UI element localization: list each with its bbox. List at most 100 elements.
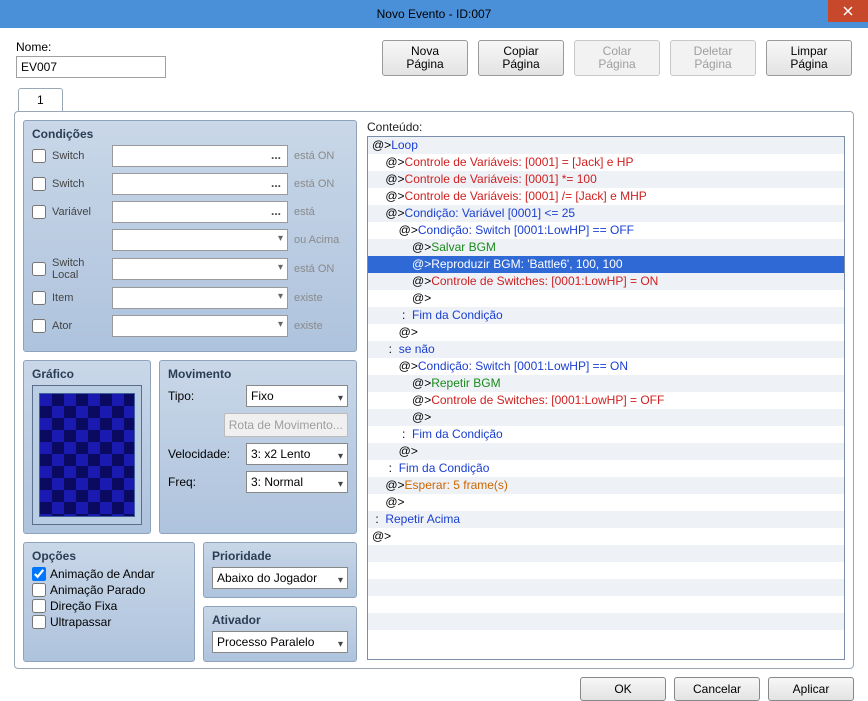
event-segment: Repetir BGM: [431, 376, 500, 390]
event-segment: Salvar BGM: [431, 240, 496, 254]
event-line[interactable]: [368, 579, 844, 596]
event-segment: @>: [385, 172, 404, 186]
event-line[interactable]: @>Repetir BGM: [368, 375, 844, 392]
event-segment: @>: [385, 495, 404, 509]
event-line[interactable]: @>Controle de Switches: [0001:LowHP] = O…: [368, 273, 844, 290]
graphic-preview[interactable]: [32, 385, 142, 525]
event-line[interactable]: @>Reproduzir BGM: 'Battle6', 100, 100: [368, 256, 844, 273]
option-row: Animação Parado: [32, 583, 186, 597]
option-row: Animação de Andar: [32, 567, 186, 581]
event-line[interactable]: @>: [368, 409, 844, 426]
event-line[interactable]: [368, 630, 844, 647]
condition-field[interactable]: [112, 201, 288, 223]
event-line[interactable]: @>: [368, 324, 844, 341]
priority-title: Prioridade: [212, 549, 348, 563]
condition-row: Itemexiste: [32, 287, 348, 309]
event-line[interactable]: [368, 613, 844, 630]
event-line[interactable]: @>Controle de Variáveis: [0001] /= [Jack…: [368, 188, 844, 205]
conditions-title: Condições: [32, 127, 348, 141]
event-line[interactable]: @>Controle de Switches: [0001:LowHP] = O…: [368, 392, 844, 409]
event-line[interactable]: : se não: [368, 341, 844, 358]
event-line[interactable]: : Repetir Acima: [368, 511, 844, 528]
event-line[interactable]: : Fim da Condição: [368, 460, 844, 477]
event-line[interactable]: : Fim da Condição: [368, 307, 844, 324]
event-line[interactable]: @>Salvar BGM: [368, 239, 844, 256]
event-segment: :: [399, 308, 412, 322]
option-checkbox[interactable]: [32, 615, 46, 629]
movement-speed-label: Velocidade:: [168, 447, 240, 461]
event-line[interactable]: @>Condição: Switch [0001:LowHP] == ON: [368, 358, 844, 375]
condition-suffix: está: [294, 206, 348, 218]
cancel-button[interactable]: Cancelar: [674, 677, 760, 701]
event-segment: @>: [385, 478, 404, 492]
option-label: Animação de Andar: [50, 567, 155, 581]
option-row: Ultrapassar: [32, 615, 186, 629]
event-segment: Controle de Variáveis: [0001] /= [Jack] …: [405, 189, 647, 203]
movement-freq-label: Freq:: [168, 475, 240, 489]
options-title: Opções: [32, 549, 186, 563]
priority-select[interactable]: Abaixo do Jogador: [212, 567, 348, 589]
condition-suffix: está ON: [294, 263, 348, 275]
event-segment: @>: [412, 240, 431, 254]
close-button[interactable]: [828, 0, 868, 22]
event-line[interactable]: @>Condição: Variável [0001] <= 25: [368, 205, 844, 222]
condition-field[interactable]: [112, 258, 288, 280]
copy-page-button[interactable]: Copiar Página: [478, 40, 564, 76]
movement-type-select[interactable]: Fixo: [246, 385, 348, 407]
condition-label: Item: [52, 292, 106, 304]
condition-field[interactable]: [112, 315, 288, 337]
event-line[interactable]: @>Loop: [368, 137, 844, 154]
condition-field[interactable]: [112, 229, 288, 251]
name-input[interactable]: [16, 56, 166, 78]
condition-checkbox[interactable]: [32, 205, 46, 219]
condition-checkbox[interactable]: [32, 262, 46, 276]
event-line[interactable]: @>Esperar: 5 frame(s): [368, 477, 844, 494]
trigger-select[interactable]: Processo Paralelo: [212, 631, 348, 653]
event-line[interactable]: [368, 596, 844, 613]
condition-field[interactable]: [112, 145, 288, 167]
event-line[interactable]: [368, 562, 844, 579]
close-icon: [843, 6, 853, 16]
condition-suffix: está ON: [294, 150, 348, 162]
name-label: Nome:: [16, 40, 166, 54]
graphic-title: Gráfico: [32, 367, 142, 381]
condition-suffix: está ON: [294, 178, 348, 190]
event-line[interactable]: [368, 545, 844, 562]
condition-field[interactable]: [112, 173, 288, 195]
apply-button[interactable]: Aplicar: [768, 677, 854, 701]
event-line[interactable]: @>Controle de Variáveis: [0001] = [Jack]…: [368, 154, 844, 171]
event-line[interactable]: @>Controle de Variáveis: [0001] *= 100: [368, 171, 844, 188]
condition-suffix: existe: [294, 320, 348, 332]
condition-checkbox[interactable]: [32, 291, 46, 305]
clear-page-button[interactable]: Limpar Página: [766, 40, 852, 76]
condition-checkbox[interactable]: [32, 319, 46, 333]
tab-1[interactable]: 1: [18, 88, 63, 111]
event-line[interactable]: @>: [368, 290, 844, 307]
movement-route-button: Rota de Movimento...: [224, 413, 348, 437]
priority-group: Prioridade Abaixo do Jogador: [203, 542, 357, 598]
event-line[interactable]: @>: [368, 528, 844, 545]
event-command-list[interactable]: @>Loop @>Controle de Variáveis: [0001] =…: [367, 136, 845, 660]
option-checkbox[interactable]: [32, 599, 46, 613]
event-line[interactable]: @>Condição: Switch [0001:LowHP] == OFF: [368, 222, 844, 239]
event-line[interactable]: : Fim da Condição: [368, 426, 844, 443]
main-panel: Condições Switchestá ONSwitchestá ONVari…: [14, 111, 854, 669]
movement-title: Movimento: [168, 367, 348, 381]
event-segment: @>: [412, 257, 431, 271]
event-segment: Controle de Switches: [0001:LowHP] = OFF: [431, 393, 664, 407]
event-segment: Condição: Switch [0001:LowHP] == OFF: [418, 223, 634, 237]
event-line[interactable]: @>: [368, 494, 844, 511]
new-page-button[interactable]: Nova Página: [382, 40, 468, 76]
condition-checkbox[interactable]: [32, 177, 46, 191]
condition-field[interactable]: [112, 287, 288, 309]
event-line[interactable]: @>: [368, 443, 844, 460]
event-segment: :: [372, 512, 385, 526]
ok-button[interactable]: OK: [580, 677, 666, 701]
event-segment: Esperar: 5 frame(s): [405, 478, 508, 492]
condition-checkbox[interactable]: [32, 149, 46, 163]
event-segment: Controle de Variáveis: [0001] *= 100: [405, 172, 597, 186]
option-checkbox[interactable]: [32, 567, 46, 581]
option-checkbox[interactable]: [32, 583, 46, 597]
movement-speed-select[interactable]: 3: x2 Lento: [246, 443, 348, 465]
movement-freq-select[interactable]: 3: Normal: [246, 471, 348, 493]
